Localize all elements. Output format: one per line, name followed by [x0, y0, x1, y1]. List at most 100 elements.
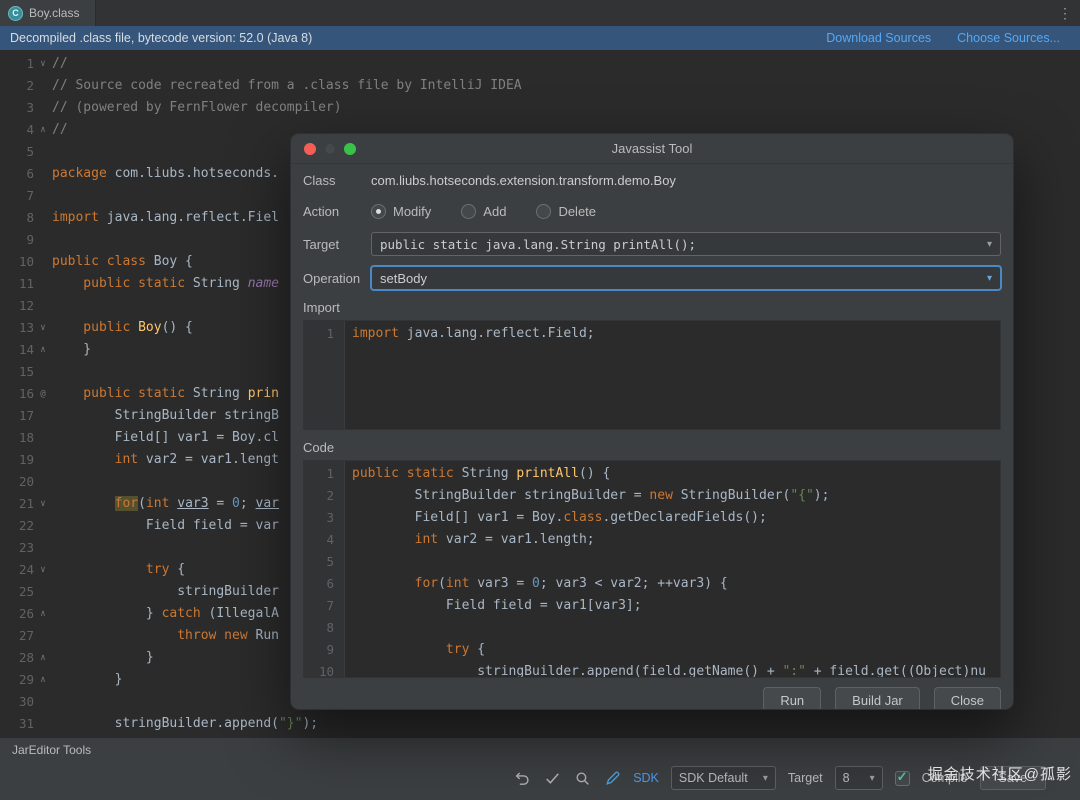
download-sources-link[interactable]: Download Sources [826, 31, 931, 45]
target-select[interactable]: public static java.lang.String printAll(… [371, 232, 1001, 256]
dialog-title: Javassist Tool [291, 141, 1013, 156]
line-number: 5 [0, 141, 34, 163]
code-text: for(int var3 = 0; var [52, 493, 279, 515]
line-number: 25 [0, 581, 34, 603]
radio-circle [536, 204, 551, 219]
fold-icon[interactable]: ∨ [34, 317, 52, 339]
tool-window-title[interactable]: JarEditor Tools [0, 738, 91, 757]
code-text: for(int var3 = 0; var3 < var2; ++var3) { [334, 573, 728, 595]
radio-label: Modify [393, 204, 431, 219]
line-number: 1 [304, 463, 334, 485]
line-number: 15 [0, 361, 34, 383]
fold-icon[interactable]: ∨ [34, 493, 52, 515]
kebab-menu-icon[interactable]: ⋮ [1058, 0, 1072, 26]
operation-select[interactable]: setBody ▾ [371, 266, 1001, 290]
code-line: 3// (powered by FernFlower decompiler) [0, 97, 1080, 119]
fold-icon[interactable]: ∨ [34, 53, 52, 75]
code-text [334, 617, 352, 639]
fold-icon[interactable]: @ [34, 383, 52, 405]
action-label: Action [303, 204, 371, 219]
line-number: 16 [0, 383, 34, 405]
target-select-value: public static java.lang.String printAll(… [380, 237, 696, 252]
target-version-select[interactable]: 8 ▾ [835, 766, 883, 790]
fold-gutter [34, 229, 52, 251]
fold-gutter [34, 251, 52, 273]
line-number: 12 [0, 295, 34, 317]
action-radio-modify[interactable]: Modify [371, 204, 431, 219]
line-number: 10 [304, 661, 334, 678]
code-text: StringBuilder stringB [52, 405, 279, 427]
code-text: public Boy() { [52, 317, 193, 339]
action-radio-delete[interactable]: Delete [536, 204, 596, 219]
code-text: // [52, 119, 68, 141]
import-section-label: Import [303, 300, 1001, 316]
jareditor-toolbar: SDK SDK Default ▾ Target 8 ▾ Compile Sav… [0, 759, 1080, 793]
fold-icon[interactable]: ∧ [34, 119, 52, 141]
code-text: public static String name [52, 273, 279, 295]
code-text: import java.lang.reflect.Field; [334, 323, 595, 345]
fold-gutter [34, 471, 52, 493]
undo-icon[interactable] [513, 769, 531, 787]
sdk-label: SDK [633, 771, 659, 785]
code-text: int var2 = var1.length; [334, 529, 595, 551]
line-number: 27 [0, 625, 34, 647]
fold-gutter [34, 537, 52, 559]
run-button[interactable]: Run [763, 687, 821, 710]
fold-gutter [34, 713, 52, 735]
fold-gutter [34, 163, 52, 185]
code-text: } catch (IllegalA [52, 603, 279, 625]
close-window-button[interactable] [304, 143, 316, 155]
fold-icon[interactable]: ∧ [34, 669, 52, 691]
line-number: 18 [0, 427, 34, 449]
sdk-select[interactable]: SDK Default ▾ [671, 766, 776, 790]
line-number: 4 [0, 119, 34, 141]
close-button[interactable]: Close [934, 687, 1001, 710]
code-line: 10 stringBuilder.append(field.getName() … [304, 661, 1000, 678]
line-number: 17 [0, 405, 34, 427]
code-text: try { [52, 559, 185, 581]
dialog-code-editor[interactable]: 1public static String printAll() {2 Stri… [303, 460, 1001, 678]
class-label: Class [303, 173, 371, 188]
import-editor[interactable]: 1import java.lang.reflect.Field; [303, 320, 1001, 430]
line-number: 24 [0, 559, 34, 581]
code-text: Field field = var [52, 515, 279, 537]
fold-gutter [34, 691, 52, 713]
fold-icon[interactable]: ∨ [34, 559, 52, 581]
fold-icon[interactable]: ∧ [34, 603, 52, 625]
zoom-window-button[interactable] [344, 143, 356, 155]
code-line: 1∨// [0, 53, 1080, 75]
action-radio-group: Modify Add Delete [371, 204, 626, 219]
fold-gutter [34, 141, 52, 163]
code-text: stringBuilder.append("}"); [52, 713, 318, 735]
line-number: 31 [0, 713, 34, 735]
chevron-down-icon: ▾ [870, 773, 875, 784]
code-section-label: Code [303, 440, 1001, 456]
radio-label: Add [483, 204, 506, 219]
choose-sources-link[interactable]: Choose Sources... [957, 31, 1060, 45]
search-icon[interactable] [573, 769, 591, 787]
line-number: 28 [0, 647, 34, 669]
build-jar-button[interactable]: Build Jar [835, 687, 920, 710]
check-icon[interactable] [543, 769, 561, 787]
fold-gutter [34, 625, 52, 647]
edit-pencil-icon[interactable] [603, 769, 621, 787]
dialog-titlebar[interactable]: Javassist Tool [291, 134, 1013, 164]
action-row: Action Modify Add Delete [303, 200, 1001, 222]
code-line: 5 [304, 551, 1000, 573]
fold-gutter [34, 207, 52, 229]
tab-boy-class[interactable]: C Boy.class [0, 0, 96, 26]
class-row: Class com.liubs.hotseconds.extension.tra… [303, 169, 1001, 191]
compile-checkbox[interactable] [895, 771, 910, 786]
line-number: 2 [0, 75, 34, 97]
action-radio-add[interactable]: Add [461, 204, 506, 219]
fold-gutter [34, 427, 52, 449]
code-line: 1import java.lang.reflect.Field; [304, 323, 1000, 345]
code-line: 8 [304, 617, 1000, 639]
fold-icon[interactable]: ∧ [34, 339, 52, 361]
code-text: StringBuilder stringBuilder = new String… [334, 485, 829, 507]
jareditor-panel: JarEditor Tools SDK SDK Default ▾ Target… [0, 737, 1080, 800]
radio-circle [461, 204, 476, 219]
fold-icon[interactable]: ∧ [34, 647, 52, 669]
code-text: Field field = var1[var3]; [334, 595, 642, 617]
target-label: Target [788, 771, 823, 785]
